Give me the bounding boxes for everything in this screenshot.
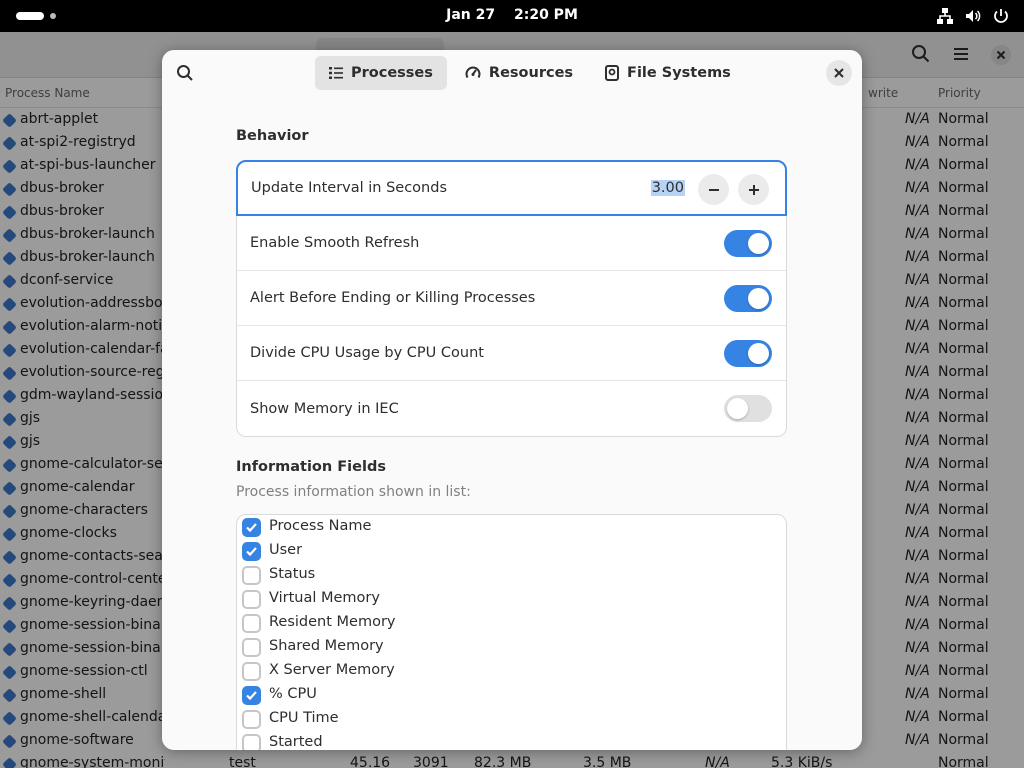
- switch-knob: [748, 343, 769, 364]
- information-fields-heading: Information Fields: [236, 459, 386, 475]
- toggle-label: Enable Smooth Refresh: [250, 235, 420, 251]
- field-label: Resident Memory: [269, 614, 396, 630]
- close-button[interactable]: [826, 60, 852, 86]
- field-checkbox[interactable]: [242, 590, 261, 609]
- smooth-refresh-switch[interactable]: [724, 230, 772, 257]
- tab-bar: Processes Resources File Systems: [315, 56, 745, 90]
- toggle-row-divide-cpu[interactable]: Divide CPU Usage by CPU Count: [237, 326, 786, 381]
- field-label: Shared Memory: [269, 638, 384, 654]
- toggle-row-memory-iec[interactable]: Show Memory in IEC: [237, 381, 786, 436]
- clock-time: 2:20 PM: [513, 7, 578, 23]
- field-item[interactable]: Started: [237, 731, 786, 750]
- field-label: Virtual Memory: [269, 590, 380, 606]
- information-fields-subtitle: Process information shown in list:: [236, 484, 471, 500]
- behavior-heading: Behavior: [236, 128, 309, 144]
- field-checkbox[interactable]: [242, 542, 261, 561]
- tab-processes[interactable]: Processes: [315, 56, 447, 90]
- gauge-icon: [465, 66, 481, 79]
- field-item[interactable]: % CPU: [237, 683, 786, 707]
- tab-file-systems[interactable]: File Systems: [591, 56, 745, 90]
- memory-iec-switch[interactable]: [724, 395, 772, 422]
- toggle-row-smooth-refresh[interactable]: Enable Smooth Refresh: [237, 216, 786, 271]
- field-checkbox[interactable]: [242, 566, 261, 585]
- field-checkbox[interactable]: [242, 662, 261, 681]
- network-icon: [937, 8, 953, 24]
- field-label: Process Name: [269, 518, 372, 534]
- checkmark-icon: [246, 547, 257, 557]
- top-bar: Jan 27 2:20 PM: [0, 0, 1024, 32]
- drive-icon: [605, 65, 620, 81]
- field-checkbox[interactable]: [242, 614, 261, 633]
- system-tray[interactable]: [936, 7, 1010, 25]
- tab-resources[interactable]: Resources: [451, 56, 587, 90]
- toggle-label: Show Memory in IEC: [250, 400, 399, 417]
- toggle-label: Divide CPU Usage by CPU Count: [250, 345, 484, 361]
- field-item[interactable]: Status: [237, 563, 786, 587]
- switch-knob: [748, 288, 769, 309]
- field-checkbox[interactable]: [242, 710, 261, 729]
- increment-button[interactable]: [738, 174, 769, 205]
- list-icon: [329, 67, 343, 79]
- field-checkbox[interactable]: [242, 734, 261, 750]
- field-label: User: [269, 542, 303, 558]
- field-checkbox[interactable]: [242, 638, 261, 657]
- close-icon: [834, 68, 844, 78]
- field-item[interactable]: Resident Memory: [237, 611, 786, 635]
- tab-processes-label: Processes: [351, 65, 433, 81]
- divide-cpu-switch[interactable]: [724, 340, 772, 367]
- tab-resources-label: Resources: [488, 65, 574, 81]
- checkmark-icon: [246, 691, 257, 701]
- clock[interactable]: Jan 27 2:20 PM: [0, 7, 1024, 23]
- behavior-list: Update Interval in Seconds 3.00 Enable S…: [236, 160, 787, 437]
- checkmark-icon: [246, 523, 257, 533]
- toggle-label: Alert Before Ending or Killing Processes: [250, 290, 536, 306]
- search-icon[interactable]: [176, 64, 194, 82]
- field-item[interactable]: CPU Time: [237, 707, 786, 731]
- field-label: CPU Time: [269, 710, 339, 726]
- field-item[interactable]: User: [237, 539, 786, 563]
- field-item[interactable]: Shared Memory: [237, 635, 786, 659]
- decrement-button[interactable]: [698, 174, 729, 205]
- minus-icon: [708, 188, 719, 191]
- field-label: Started: [269, 734, 323, 750]
- dialog-header: Processes Resources File Systems: [162, 50, 862, 96]
- power-icon: [994, 9, 1008, 23]
- clock-date: Jan 27: [446, 7, 496, 23]
- field-label: Status: [269, 566, 316, 582]
- preferences-dialog: Processes Resources File Systems Behavio…: [162, 50, 862, 750]
- field-item[interactable]: X Server Memory: [237, 659, 786, 683]
- plus-icon: [748, 184, 759, 195]
- field-item[interactable]: Virtual Memory: [237, 587, 786, 611]
- alert-before-ending-switch[interactable]: [724, 285, 772, 312]
- field-item[interactable]: Process Name: [237, 515, 786, 539]
- tab-file-systems-label: File Systems: [627, 65, 731, 81]
- field-checkbox[interactable]: [242, 518, 261, 537]
- field-label: % CPU: [269, 686, 317, 702]
- toggle-row-alert-before-ending[interactable]: Alert Before Ending or Killing Processes: [237, 271, 786, 326]
- volume-icon: [966, 10, 981, 22]
- switch-knob: [727, 398, 748, 419]
- field-label: X Server Memory: [269, 662, 395, 678]
- field-checkbox[interactable]: [242, 686, 261, 705]
- information-fields-list: Process Name User Status Virtual Memory Resi…: [236, 514, 787, 750]
- switch-knob: [748, 233, 769, 254]
- update-interval-row[interactable]: Update Interval in Seconds 3.00: [236, 160, 787, 216]
- update-interval-input[interactable]: 3.00: [650, 180, 685, 196]
